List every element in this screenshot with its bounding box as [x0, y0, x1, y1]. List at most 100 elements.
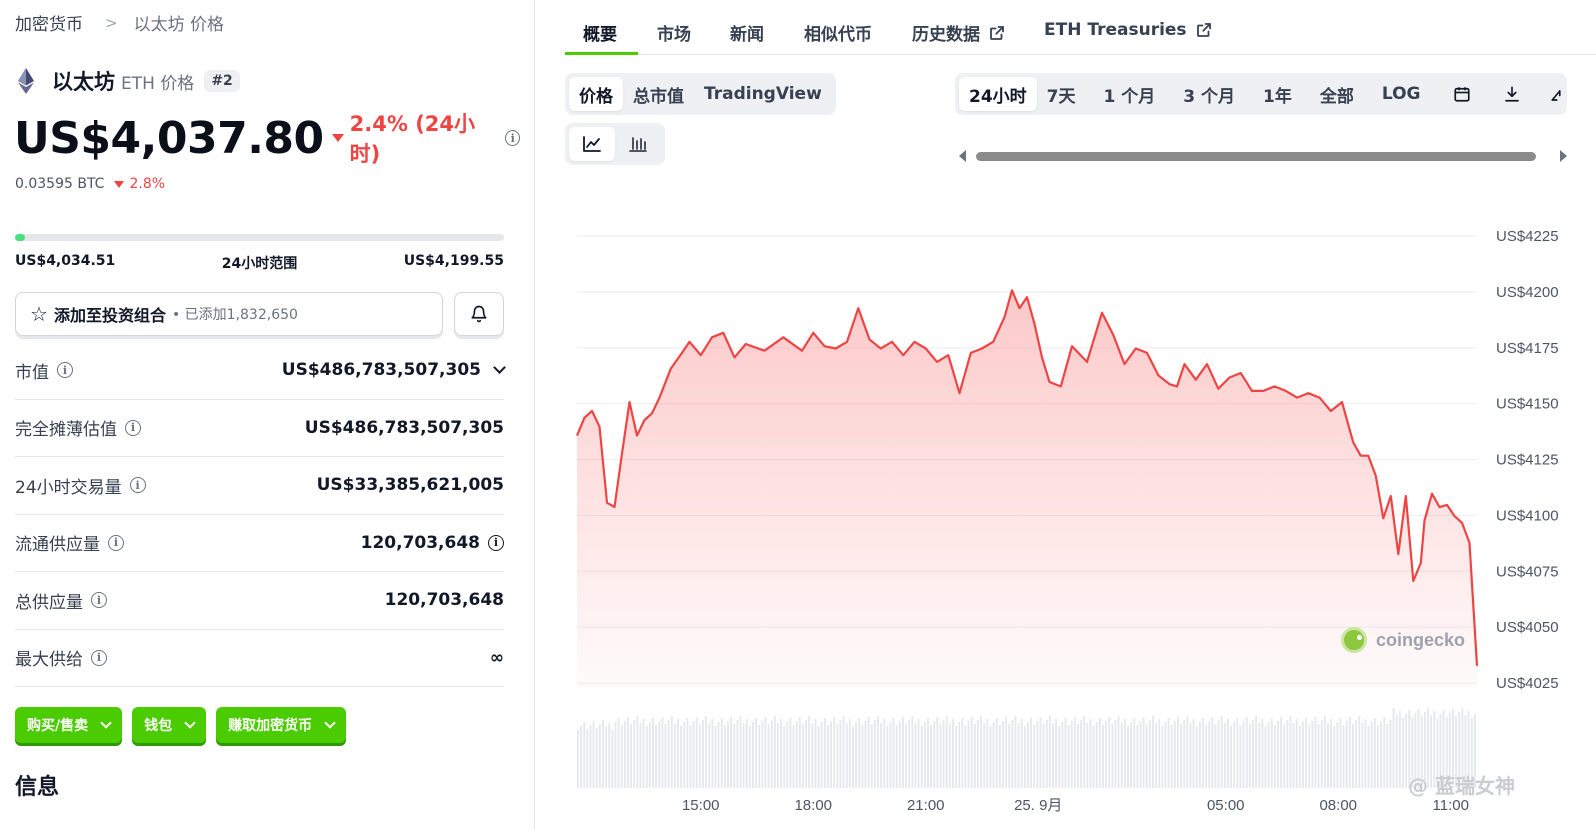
tab-overview[interactable]: 概要	[583, 20, 617, 45]
tab-label: 市场	[657, 25, 691, 45]
range-24h[interactable]: 24小时	[959, 77, 1037, 111]
stat-row-market-cap[interactable]: 市值 i US$486,783,507,305	[15, 342, 506, 400]
volume-bar	[792, 725, 795, 788]
volume-bar	[889, 722, 892, 788]
add-to-portfolio-button[interactable]: ☆ 添加至投资组合 • 已添加1,832,650	[15, 292, 443, 336]
fullscreen-button[interactable]	[1539, 77, 1563, 111]
earn-crypto-button[interactable]: 赚取加密货币	[216, 707, 347, 743]
buy-sell-button[interactable]: 购买/售卖	[15, 707, 123, 743]
volume-bar	[608, 723, 611, 788]
add-to-portfolio-label: 添加至投资组合	[53, 306, 166, 325]
price-alert-button[interactable]	[454, 292, 504, 336]
tab-markets[interactable]: 市场	[657, 20, 691, 45]
price-row: US$4,037.80 2.4% (24小时) i	[14, 108, 520, 168]
coin-symbol-label: ETH 价格	[121, 73, 195, 94]
volume-bar	[1167, 718, 1170, 788]
scroll-right-arrow-icon[interactable]	[1560, 150, 1567, 162]
volume-bars	[577, 708, 1476, 788]
tab-label: 相似代币	[804, 25, 872, 45]
volume-bar	[1295, 719, 1298, 788]
download-button[interactable]	[1493, 77, 1531, 111]
volume-bar	[1298, 726, 1301, 788]
info-icon[interactable]: i	[125, 419, 141, 436]
volume-bar	[1236, 718, 1239, 788]
volume-bar	[1242, 721, 1245, 788]
tab-historical-data[interactable]: 历史数据	[912, 20, 1006, 45]
tab-similar-coins[interactable]: 相似代币	[804, 20, 872, 45]
volume-bar	[598, 724, 601, 788]
chart-tab-market-cap[interactable]: 总市值	[623, 77, 694, 111]
info-icon[interactable]: i	[91, 592, 107, 609]
volume-bar	[1189, 723, 1192, 788]
line-chart-button[interactable]	[569, 127, 615, 161]
volume-bar	[1005, 717, 1007, 788]
volume-bar	[1017, 723, 1020, 788]
info-icon[interactable]: i	[57, 362, 73, 379]
tab-eth-treasuries[interactable]: ETH Treasuries	[1044, 20, 1213, 40]
volume-bar	[1092, 726, 1095, 788]
range-all[interactable]: 全部	[1310, 77, 1364, 111]
info-icon[interactable]: i	[505, 130, 520, 146]
volume-bar	[948, 723, 951, 788]
chevron-down-icon[interactable]	[493, 361, 506, 375]
volume-bar	[1077, 724, 1079, 788]
scrollbar-thumb[interactable]	[976, 152, 1536, 161]
y-tick-label: US$4225	[1496, 228, 1559, 245]
range-3m[interactable]: 3 个月	[1173, 77, 1245, 111]
volume-bar	[645, 726, 648, 788]
range-7d[interactable]: 7天	[1037, 77, 1086, 111]
volume-bar	[1305, 718, 1307, 788]
volume-bar	[802, 724, 804, 788]
volume-bar	[1161, 726, 1164, 788]
coingecko-logo-icon	[1341, 627, 1367, 653]
scroll-left-arrow-icon[interactable]	[959, 150, 966, 162]
volume-bar	[783, 726, 786, 788]
candlestick-chart-button[interactable]	[615, 127, 661, 161]
volume-bar	[1064, 718, 1067, 788]
info-icon[interactable]: i	[129, 477, 146, 494]
calendar-icon	[1453, 87, 1470, 102]
volume-bar	[1130, 722, 1132, 788]
chevron-right-icon: >	[105, 13, 118, 32]
volume-bar	[1367, 726, 1370, 788]
range-1m[interactable]: 1 个月	[1094, 77, 1166, 111]
stat-row-volume: 24小时交易量 i US$33,385,621,005	[15, 457, 504, 515]
chart-tab-price[interactable]: 价格	[569, 77, 623, 111]
stat-label-text: 市值	[15, 362, 49, 383]
price-chart[interactable]: US$4225 US$4200 US$4175 US$4150 US$4125 US$41…	[565, 210, 1565, 820]
volume-bar	[1177, 717, 1179, 788]
range-1y[interactable]: 1年	[1253, 77, 1302, 111]
volume-bar	[989, 726, 992, 788]
price-change-text: 2.4% (24小时)	[349, 112, 476, 166]
volume-bar	[1339, 718, 1342, 788]
volume-bar	[1152, 716, 1154, 788]
volume-bar	[1352, 724, 1354, 788]
volume-bar	[1386, 724, 1389, 788]
wallet-button[interactable]: 钱包	[132, 707, 207, 743]
volume-bar	[1142, 717, 1145, 788]
volume-bar	[1164, 722, 1167, 788]
volume-bar	[727, 721, 729, 788]
volume-bar	[1102, 725, 1104, 788]
range-log[interactable]: LOG	[1372, 77, 1431, 111]
chart-range-scrollbar[interactable]	[959, 148, 1569, 164]
volume-bar	[636, 716, 639, 788]
volume-bar	[877, 716, 879, 788]
volume-bar	[1095, 722, 1098, 788]
volume-bar	[952, 719, 954, 788]
volume-bar	[1239, 725, 1242, 788]
calendar-button[interactable]	[1443, 77, 1481, 111]
info-icon[interactable]: i	[91, 649, 107, 666]
volume-bar	[1323, 716, 1326, 788]
volume-bar	[930, 725, 932, 788]
breadcrumb-root-link[interactable]: 加密货币	[15, 10, 83, 35]
chart-tab-tradingview[interactable]: TradingView	[694, 77, 832, 111]
volume-bar	[1380, 721, 1382, 788]
volume-bar	[986, 719, 989, 788]
info-icon[interactable]: i	[488, 534, 504, 551]
info-icon[interactable]: i	[108, 534, 124, 551]
ethereum-logo-icon	[18, 68, 34, 94]
volume-bar	[1302, 722, 1304, 788]
tab-news[interactable]: 新闻	[730, 20, 764, 45]
volume-bar	[602, 720, 604, 788]
